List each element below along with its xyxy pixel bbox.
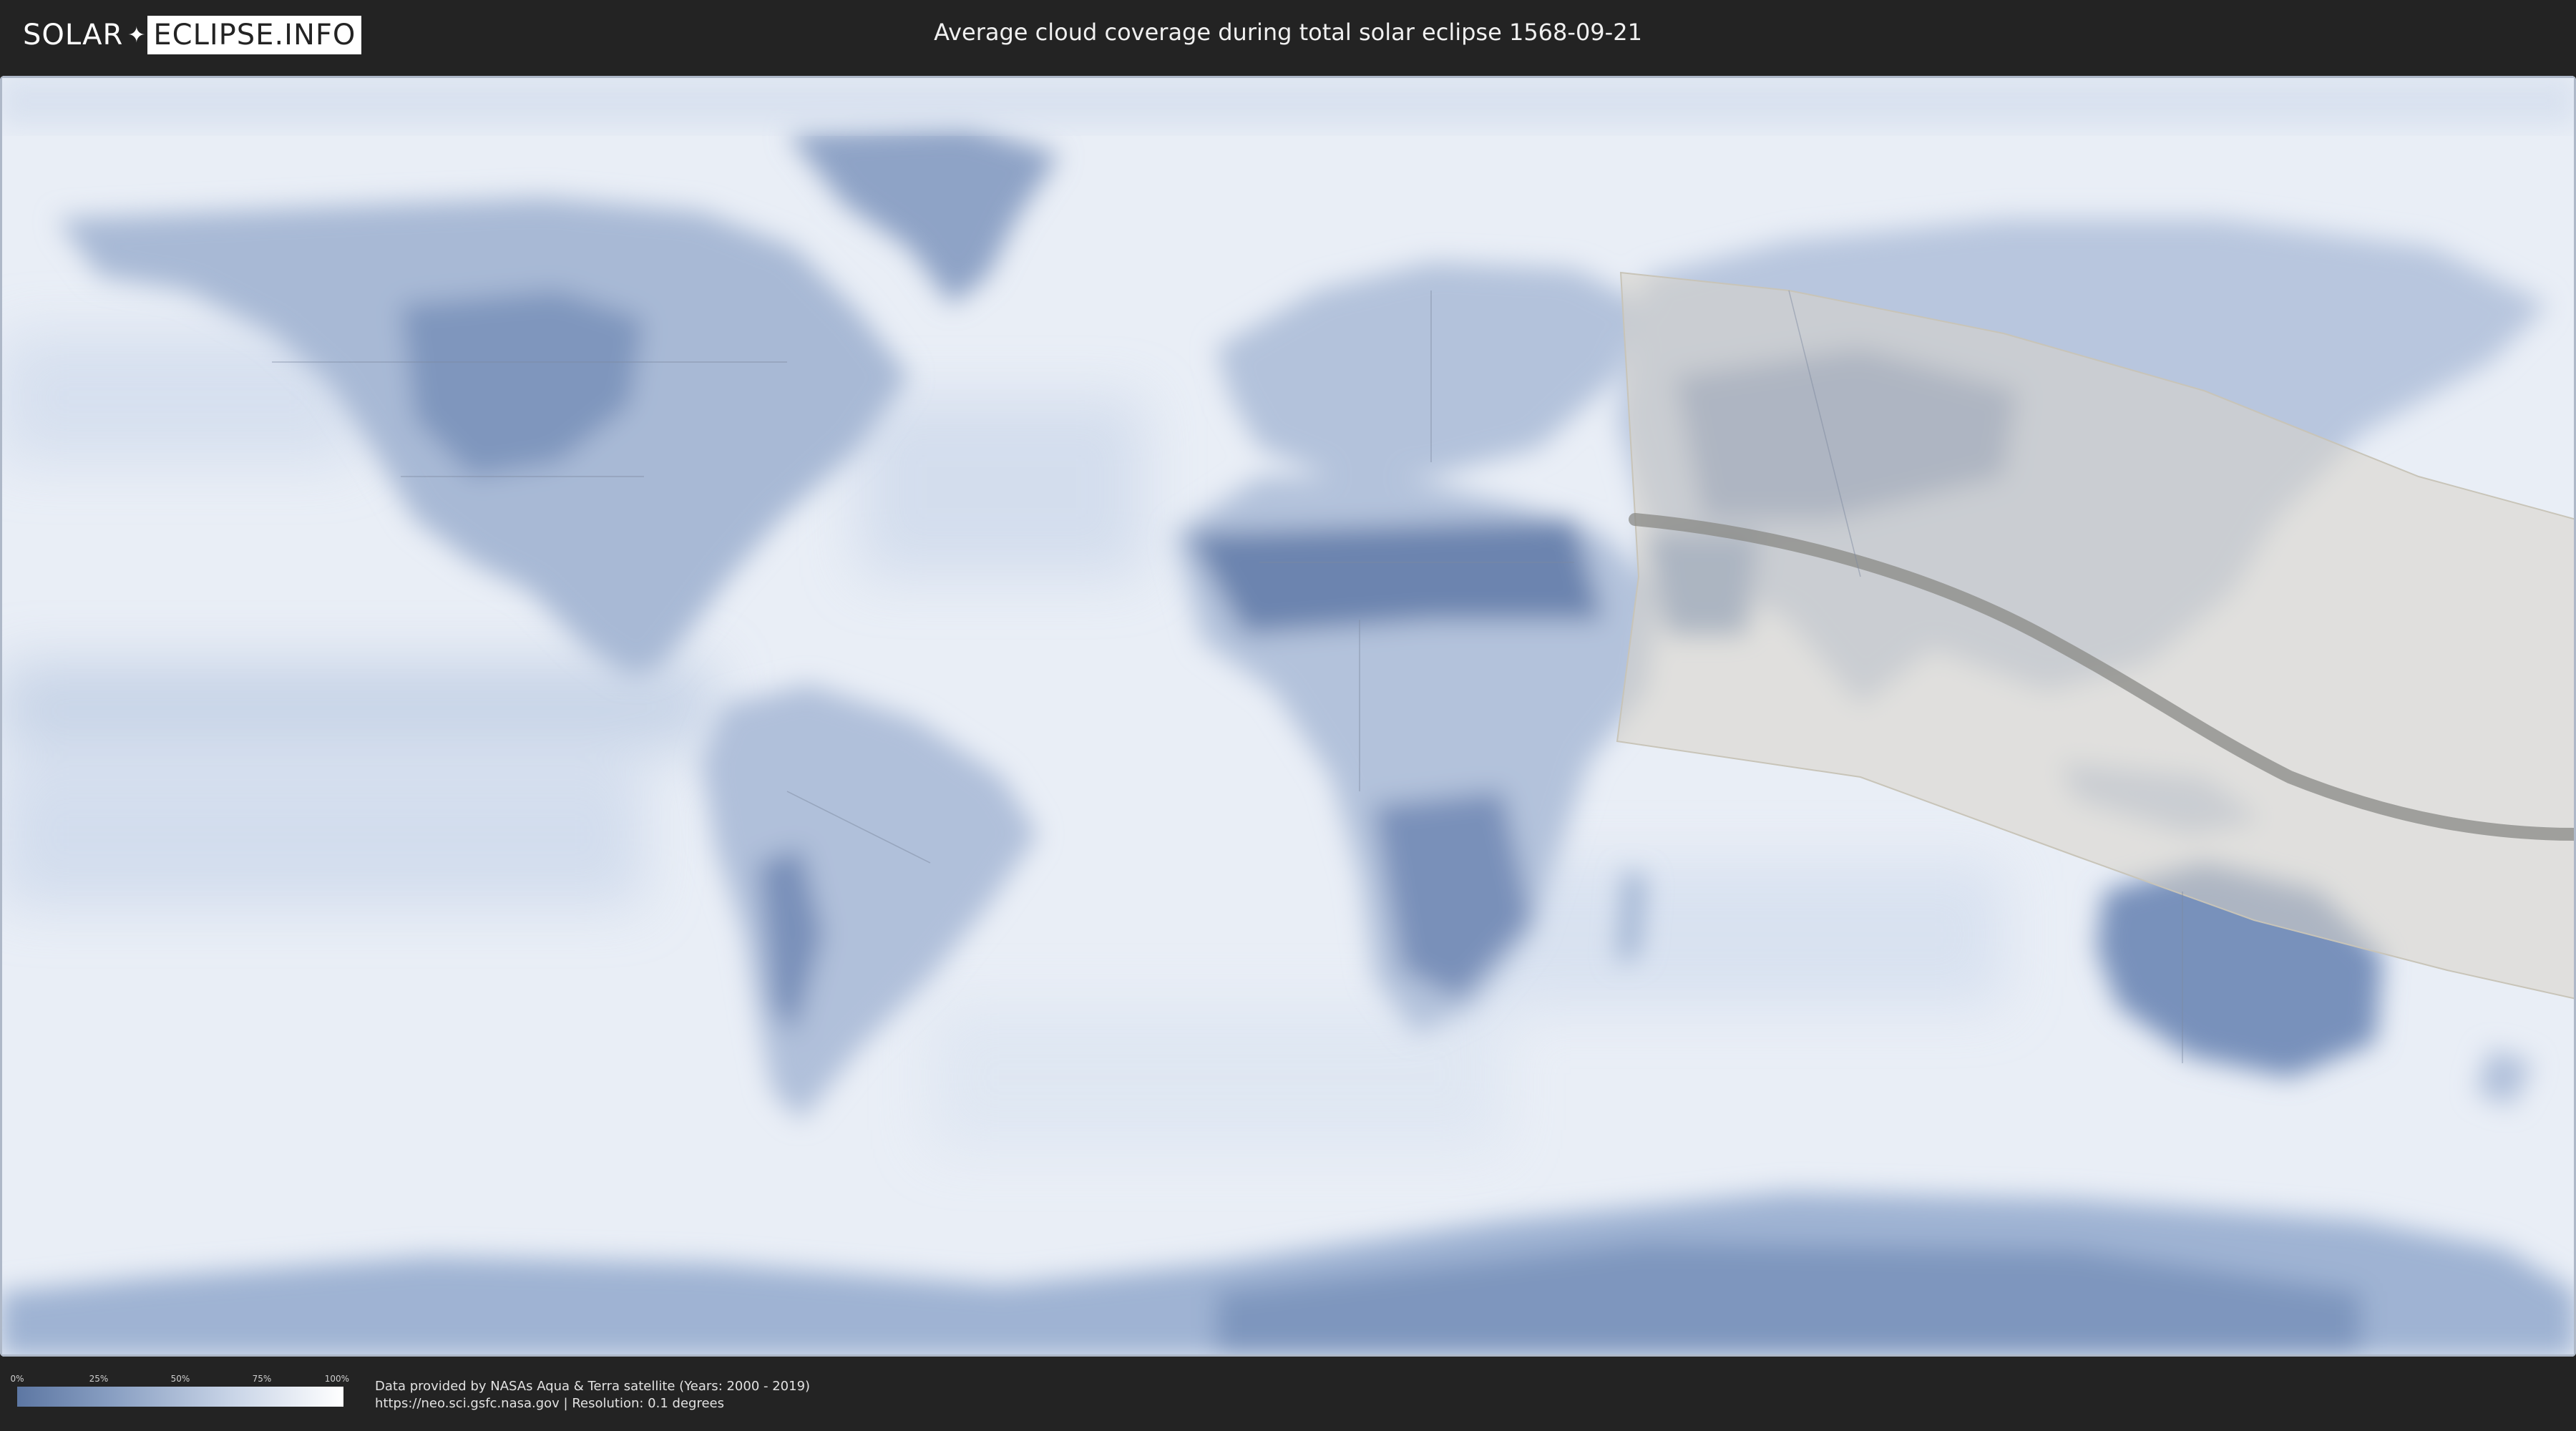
header-bar: SOLAR ✦ ECLIPSE.INFO Average cloud cover… — [0, 0, 2576, 72]
legend-gradient-bar — [17, 1387, 343, 1407]
page-title: Average cloud coverage during total sola… — [934, 19, 1642, 46]
legend-tick-0: 0% — [10, 1374, 24, 1384]
cloud-coverage-map[interactable] — [0, 76, 2576, 1357]
legend-tick-50: 50% — [170, 1374, 190, 1384]
legend-tick-100: 100% — [324, 1374, 350, 1384]
credits-line-source: Data provided by NASAs Aqua & Terra sate… — [375, 1379, 811, 1394]
arctic-haze — [0, 76, 2576, 126]
legend-ticks: 0% 25% 50% 75% 100% — [10, 1374, 349, 1387]
legend-tick-25: 25% — [89, 1374, 109, 1384]
world-map-svg — [0, 76, 2576, 1357]
footer-bar: 0% 25% 50% 75% 100% Data provided by NAS… — [0, 1357, 2576, 1431]
cloud-coverage-legend: 0% 25% 50% 75% 100% — [10, 1374, 349, 1407]
legend-tick-75: 75% — [252, 1374, 272, 1384]
data-credits: Data provided by NASAs Aqua & Terra sate… — [375, 1378, 810, 1412]
credits-line-url[interactable]: https://neo.sci.gsfc.nasa.gov | Resoluti… — [375, 1395, 810, 1412]
